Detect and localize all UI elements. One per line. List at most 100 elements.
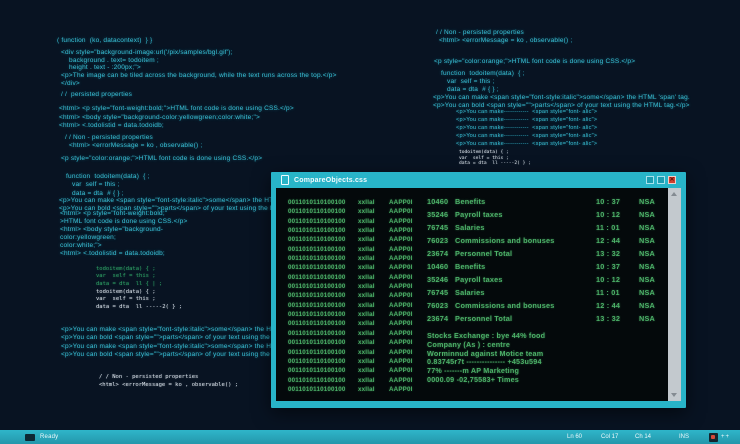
scroll-down-icon[interactable] bbox=[668, 389, 681, 401]
entry-label: Payroll taxes bbox=[455, 275, 503, 284]
binary-value: 0011010110100100 bbox=[288, 357, 346, 365]
ledger-row: 76745 Salaries 11 : 01 NSA bbox=[427, 288, 665, 301]
compare-objects-window: CompareObjects.css ✕ 0011010110100100 xx… bbox=[271, 172, 686, 408]
bg-right-fn-block: function todoitem(data) { ; var self = t… bbox=[441, 70, 525, 93]
status-ready: Ready bbox=[40, 434, 59, 440]
close-icon: ✕ bbox=[669, 177, 675, 183]
bg-code-orange-line: <p style="color:orange;">HTML font code … bbox=[61, 155, 263, 162]
taskbar: Ready Ln 60 Col 17 Ch 14 INS ++ bbox=[0, 430, 740, 444]
tray-icon[interactable] bbox=[708, 432, 718, 442]
entry-tag: NSA bbox=[639, 314, 656, 323]
entry-amount: 76745 bbox=[427, 288, 449, 297]
binary-value: 0011010110100100 bbox=[288, 236, 346, 244]
ledger-row: 76023 Commissions and bonuses 12 : 44 NS… bbox=[427, 301, 665, 314]
entry-label: Personnel Total bbox=[455, 249, 513, 258]
binary-col3: AAPP0I bbox=[389, 236, 413, 244]
binary-col2: xxIlaI bbox=[358, 264, 375, 272]
desktop: ( function (ko, datacontext) } } <div st… bbox=[0, 0, 740, 444]
binary-col3: AAPP0I bbox=[389, 208, 413, 216]
scroll-up-icon[interactable] bbox=[668, 188, 681, 200]
binary-col2: xxIlaI bbox=[358, 367, 375, 375]
binary-value: 0011010110100100 bbox=[288, 385, 346, 393]
entry-time: 12 : 44 bbox=[596, 301, 621, 310]
entry-amount: 10460 bbox=[427, 262, 449, 271]
bg-mono-white-block: todoitem(data) { ; var self = this ; data … bbox=[96, 289, 183, 310]
entry-label: Personnel Total bbox=[455, 314, 513, 323]
entry-label: Commissions and bonuses bbox=[455, 301, 555, 310]
entry-amount: 23674 bbox=[427, 249, 449, 258]
binary-col3: AAPP0I bbox=[389, 301, 413, 309]
status-line-number: Ln 60 bbox=[566, 434, 582, 440]
bg-right-repeat-make: <p>You can make------------ <span style=… bbox=[456, 109, 598, 147]
binary-col3: AAPP0I bbox=[389, 245, 413, 253]
entry-time: 10 : 12 bbox=[596, 275, 621, 284]
entry-tag: NSA bbox=[639, 275, 656, 284]
bg-right-make-bold-pair: <p>You can make <span style="font-style:… bbox=[433, 94, 690, 109]
entry-time: 13 : 32 bbox=[596, 249, 621, 258]
binary-value: 0011010110100100 bbox=[288, 273, 346, 281]
binary-col2: xxIlaI bbox=[358, 199, 375, 206]
binary-value: 0011010110100100 bbox=[288, 217, 346, 225]
scrollbar[interactable] bbox=[668, 188, 681, 401]
minimize-button[interactable] bbox=[646, 176, 654, 184]
binary-col3: AAPP0I bbox=[389, 217, 413, 225]
status-column-number: Col 17 bbox=[600, 434, 619, 440]
entry-label: Payroll taxes bbox=[455, 210, 503, 219]
start-icon[interactable] bbox=[25, 433, 35, 441]
entry-tag: NSA bbox=[639, 236, 656, 245]
binary-col3: AAPP0I bbox=[389, 273, 413, 281]
entry-label: Salaries bbox=[455, 223, 485, 232]
binary-col3: AAPP0I bbox=[389, 376, 413, 384]
window-titlebar[interactable]: CompareObjects.css ✕ bbox=[271, 172, 686, 188]
stocks-blurb: Stocks Exchange : bye 44% food Company (A… bbox=[427, 331, 546, 384]
binary-col3: AAPP0I bbox=[389, 367, 413, 375]
binary-col2: xxIlaI bbox=[358, 348, 375, 356]
entry-tag: NSA bbox=[639, 249, 656, 258]
binary-col3: AAPP0I bbox=[389, 255, 413, 263]
terminal-content: 0011010110100100 xxIlaI AAPP0I 001101011… bbox=[276, 188, 681, 401]
binary-col3: AAPP0I bbox=[389, 283, 413, 291]
entry-time: 11 : 01 bbox=[596, 223, 620, 232]
binary-value: 0011010110100100 bbox=[288, 367, 346, 375]
binary-col3: AAPP0I bbox=[389, 292, 413, 300]
entry-amount: 35246 bbox=[427, 210, 449, 219]
binary-col2: xxIlaI bbox=[358, 217, 375, 225]
binary-value: 0011010110100100 bbox=[288, 283, 346, 291]
window-title: CompareObjects.css bbox=[294, 176, 368, 184]
entry-label: Benefits bbox=[455, 197, 486, 206]
maximize-button[interactable] bbox=[657, 176, 665, 184]
binary-col2: xxIlaI bbox=[358, 236, 375, 244]
binary-value: 0011010110100100 bbox=[288, 311, 346, 319]
close-button[interactable]: ✕ bbox=[668, 176, 676, 184]
binary-col2: xxIlaI bbox=[358, 339, 375, 347]
ledger-entries: 10460 Benefits 10 : 37 NSA 35246 Payroll… bbox=[427, 197, 665, 327]
binary-col2: xxIlaI bbox=[358, 283, 375, 291]
entry-amount: 35246 bbox=[427, 275, 449, 284]
bg-code-function-line: ( function (ko, datacontext) } } bbox=[57, 37, 153, 44]
tray-extra: ++ bbox=[720, 434, 730, 440]
binary-value: 0011010110100100 bbox=[288, 329, 346, 337]
binary-col2: xxIlaI bbox=[358, 357, 375, 365]
entry-label: Commissions and bonuses bbox=[455, 236, 555, 245]
binary-col3: AAPP0I bbox=[389, 357, 413, 365]
binary-col2: xxIlaI bbox=[358, 376, 375, 384]
bg-code-div-block: <div style="background-image:url('/pix/s… bbox=[61, 49, 337, 87]
binary-col2: xxIlaI bbox=[358, 227, 375, 235]
binary-col3: AAPP0I bbox=[389, 199, 413, 206]
bg-code-html-block: <html> <p style="font-weight:bold;">HTML… bbox=[59, 105, 294, 130]
entry-label: Salaries bbox=[455, 288, 485, 297]
binary-col3: AAPP0I bbox=[389, 227, 413, 235]
binary-value: 0011010110100100 bbox=[288, 264, 346, 272]
ledger-row: 23674 Personnel Total 13 : 32 NSA bbox=[427, 314, 665, 327]
entry-tag: NSA bbox=[639, 301, 656, 310]
ledger-row: 10460 Benefits 10 : 37 NSA bbox=[427, 262, 665, 275]
bg-right-nonpersisted-comment: / / Non - persisted properties bbox=[436, 29, 525, 36]
bg-right-error-line: <html> <errorMessage = ko , observable()… bbox=[439, 37, 573, 44]
binary-col2: xxIlaI bbox=[358, 273, 375, 281]
bg-code-fn-block: function todoitem(data) { ; var self = t… bbox=[66, 173, 150, 197]
entry-amount: 76023 bbox=[427, 301, 449, 310]
entry-tag: NSA bbox=[639, 288, 656, 297]
status-insert-mode: INS bbox=[678, 434, 689, 440]
binary-value: 0011010110100100 bbox=[288, 376, 346, 384]
entry-time: 10 : 37 bbox=[596, 197, 621, 206]
